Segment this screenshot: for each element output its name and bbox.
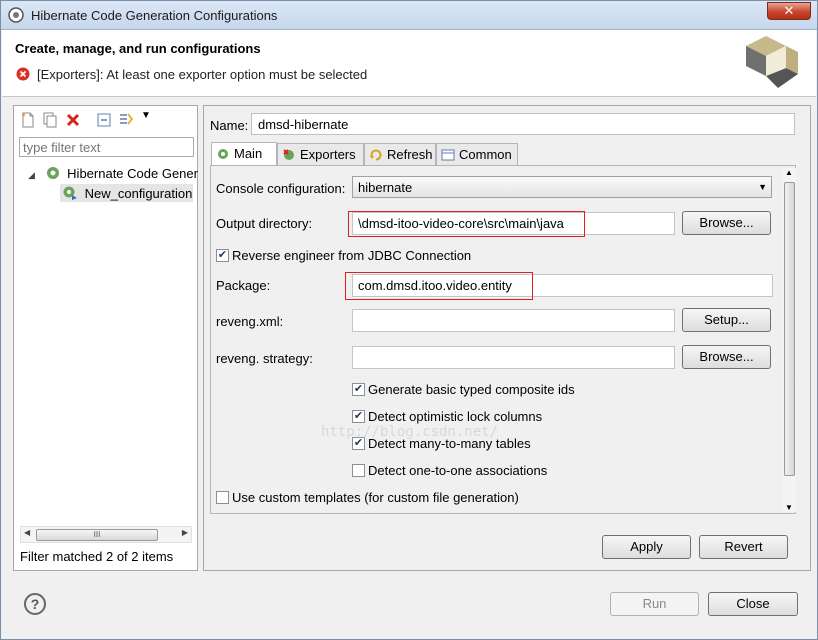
tab-main[interactable]: Main	[211, 142, 277, 166]
vertical-scrollbar[interactable]: ▲ ▼	[783, 168, 796, 512]
scroll-right-icon[interactable]: ▶	[182, 528, 188, 537]
reveng-xml-label: reveng.xml:	[216, 314, 284, 329]
name-field[interactable]: dmsd-hibernate	[251, 113, 795, 135]
one-to-one-label: Detect one-to-one associations	[368, 463, 548, 478]
dialog-header: Create, manage, and run configurations […	[2, 30, 816, 97]
tab-common[interactable]: Common	[436, 143, 518, 165]
exporters-tab-icon	[283, 149, 294, 160]
composite-ids-label: Generate basic typed composite ids	[368, 382, 575, 397]
collapse-all-icon[interactable]	[96, 112, 112, 128]
horizontal-scrollbar[interactable]: ◀ III ▶	[20, 526, 192, 543]
custom-templates-label: Use custom templates (for custom file ge…	[232, 490, 519, 505]
tree-item-root-label: Hibernate Code Gener	[67, 166, 198, 181]
refresh-icon	[370, 149, 382, 161]
strategy-browse-button[interactable]: Browse...	[682, 345, 771, 369]
custom-templates-checkbox[interactable]	[216, 491, 229, 504]
tree-item-root[interactable]: ◢ Hibernate Code Gener	[28, 165, 198, 181]
help-icon[interactable]: ?	[24, 593, 46, 615]
scrollbar-thumb[interactable]: III	[36, 529, 158, 541]
tab-common-label: Common	[459, 147, 512, 162]
configuration-editor-panel: Name: dmsd-hibernate Main Exporters Refr…	[203, 105, 811, 571]
tree-item-new-configuration[interactable]: New_configuration	[60, 184, 193, 202]
error-message: [Exporters]: At least one exporter optio…	[37, 67, 368, 82]
optimistic-lock-label: Detect optimistic lock columns	[368, 409, 543, 424]
tab-exporters[interactable]: Exporters	[277, 143, 364, 165]
apply-button[interactable]: Apply	[602, 535, 691, 559]
tab-refresh[interactable]: Refresh	[364, 143, 436, 165]
close-button[interactable]: Close	[708, 592, 798, 616]
header-title: Create, manage, and run configurations	[15, 41, 261, 56]
chevron-down-icon[interactable]: ▼	[141, 110, 157, 126]
scroll-left-icon[interactable]: ◀	[24, 528, 30, 537]
console-configuration-value: hibernate	[358, 180, 413, 195]
filter-input[interactable]	[19, 137, 194, 157]
highlight-box	[348, 211, 585, 237]
optimistic-lock-checkbox[interactable]: ✔	[352, 410, 365, 423]
revert-button[interactable]: Revert	[699, 535, 788, 559]
tab-exporters-label: Exporters	[300, 147, 356, 162]
output-directory-label: Output directory:	[216, 216, 313, 231]
scroll-down-icon[interactable]: ▼	[785, 503, 793, 512]
setup-button[interactable]: Setup...	[682, 308, 771, 332]
scrollbar-thumb[interactable]	[784, 182, 795, 476]
reverse-engineer-checkbox[interactable]: ✔	[216, 249, 229, 262]
highlight-box	[345, 272, 533, 300]
common-tab-icon	[441, 149, 455, 161]
watermark-text: http://blog.csdn.net/	[321, 424, 499, 440]
hibernate-config-icon	[46, 167, 59, 179]
main-tab-content: Console configuration: hibernate ▼ Outpu…	[210, 165, 796, 514]
configuration-list-panel: ▼ ◢ Hibernate Code Gener New_configurati…	[13, 105, 198, 571]
hibernate-logo-icon	[746, 36, 798, 88]
title-bar: Hibernate Code Generation Configurations…	[1, 1, 817, 30]
reverse-engineer-label: Reverse engineer from JDBC Connection	[232, 248, 472, 263]
dialog-window: Hibernate Code Generation Configurations…	[0, 0, 818, 640]
filter-status: Filter matched 2 of 2 items	[20, 549, 174, 564]
tab-main-label: Main	[234, 146, 263, 161]
run-config-icon	[63, 186, 77, 200]
main-tab-icon	[218, 149, 228, 159]
composite-ids-checkbox[interactable]: ✔	[352, 383, 365, 396]
console-configuration-label: Console configuration:	[216, 181, 346, 196]
console-configuration-select[interactable]: hibernate ▼	[352, 176, 772, 198]
reveng-xml-field[interactable]	[352, 309, 675, 332]
package-label: Package:	[216, 278, 271, 293]
filter-icon[interactable]	[118, 112, 134, 128]
reveng-strategy-label: reveng. strategy:	[216, 351, 313, 366]
run-button[interactable]: Run	[610, 592, 699, 616]
error-icon	[16, 67, 30, 81]
scroll-up-icon[interactable]: ▲	[785, 168, 793, 177]
new-config-icon[interactable]	[20, 112, 36, 128]
name-label: Name:	[210, 118, 249, 133]
one-to-one-checkbox[interactable]	[352, 464, 365, 477]
window-title: Hibernate Code Generation Configurations	[31, 8, 278, 23]
tab-refresh-label: Refresh	[387, 147, 433, 162]
expand-arrow-icon[interactable]: ◢	[28, 170, 35, 180]
window-close-button[interactable]: ✕	[767, 2, 811, 20]
delete-icon[interactable]	[65, 112, 81, 128]
tree-item-child-label: New_configuration	[84, 186, 193, 201]
output-browse-button[interactable]: Browse...	[682, 211, 771, 235]
chevron-down-icon: ▼	[758, 182, 767, 192]
reveng-strategy-field[interactable]	[352, 346, 675, 369]
app-icon	[8, 7, 24, 23]
duplicate-icon[interactable]	[42, 112, 58, 128]
